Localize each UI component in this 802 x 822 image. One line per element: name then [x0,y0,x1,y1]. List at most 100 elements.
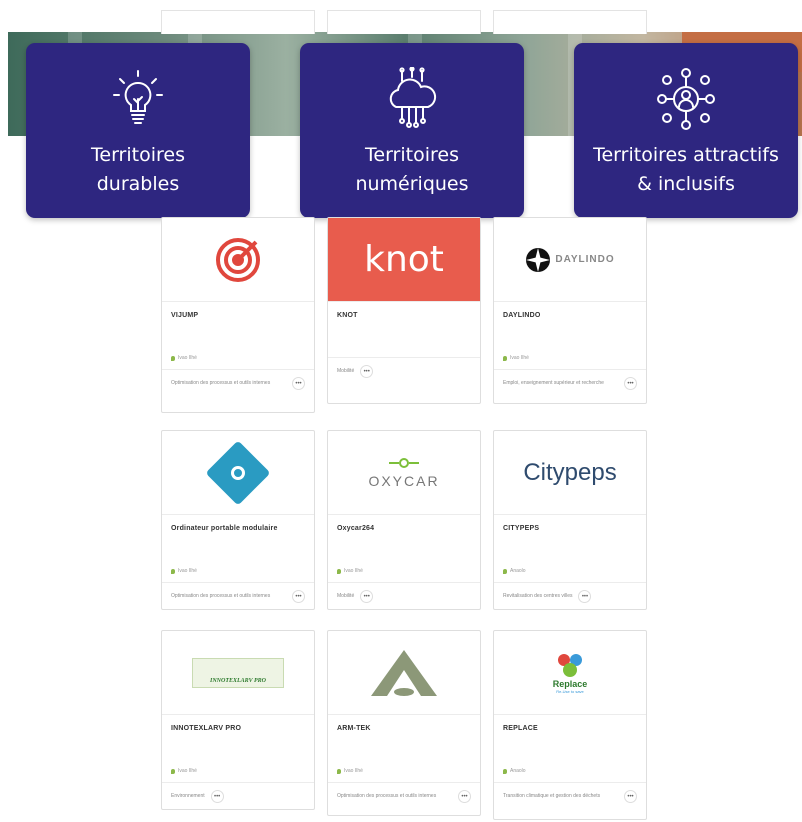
more-button[interactable]: ••• [210,790,224,803]
card-logo: DAYLINDO [494,218,646,302]
card-footer: Mobilité ••• [328,582,480,610]
daylindo-logo-icon [526,247,551,272]
card-location: Ivao Ilhé [503,355,637,361]
card-description [337,738,471,762]
card-tag: Optimisation des processus et outils int… [337,793,437,799]
card-footer: Emploi, enseignement supérieur et recher… [494,369,646,397]
card-footer: Transition climatique et gestion des déc… [494,782,646,810]
location-pin-icon [337,768,341,774]
more-button[interactable]: ••• [624,377,637,390]
oxycar-logo-icon [389,457,419,468]
target-logo-icon [216,237,260,282]
solution-card-ordinateur[interactable]: Ordinateur portable modulaire Ivao Ilhé … [161,430,315,610]
card-description [337,538,471,562]
card-name: Oxycar264 [337,525,375,532]
solution-card-vijump[interactable]: VIJUMP Ivao Ilhé Optimisation des proces… [161,217,315,413]
more-button[interactable]: ••• [458,790,471,803]
theme-title: Territoires durables [91,144,185,195]
card-location: Ivao Ilhé [171,355,305,361]
card-logo: Citypeps [494,431,646,515]
card-footer: Optimisation des processus et outils int… [162,369,314,397]
citypeps-logo: Citypeps [523,458,617,486]
card-location: Anaolo [503,568,637,574]
card-description [503,538,637,562]
card-logo [328,631,480,715]
card-name: REPLACE [503,725,538,732]
card-description [503,325,637,349]
card-description [337,325,471,349]
replace-logo-sub: Re-Use to save [556,689,584,694]
cloud-circuit-icon [389,67,437,128]
card-footer: Optimisation des processus et outils int… [162,582,314,610]
card-tag: Revitalisation des centres villes [503,593,573,599]
card-description [503,738,637,762]
solution-card-knot[interactable]: knot KNOT Mobilité ••• [327,217,481,404]
more-button[interactable]: ••• [360,590,374,603]
card-description [171,538,305,562]
solution-card-armtek[interactable]: ARM-TEK Ivao Ilhé Optimisation des proce… [327,630,481,816]
solution-card-replace[interactable]: Replace Re-Use to save REPLACE Anaolo Tr… [493,630,647,820]
card-tag: Transition climatique et gestion des déc… [503,793,601,799]
theme-card-durables[interactable]: Territoires durables [26,43,250,218]
card-location: Ivao Ilhé [337,568,471,574]
location-pin-icon [171,568,175,574]
card-name: VIJUMP [171,312,199,319]
solution-card-oxycar[interactable]: OXYCAR Oxycar264 Ivao Ilhé Mobilité ••• [327,430,481,610]
card-logo [162,431,314,515]
lightbulb-icon [113,70,163,124]
card-name: KNOT [337,312,358,319]
location-pin-icon [503,355,507,361]
card-location: Ivao Ilhé [337,768,471,774]
card-location: Ivao Ilhé [171,568,305,574]
daylindo-logo-text: DAYLINDO [555,254,615,265]
more-button[interactable]: ••• [624,790,637,803]
theme-title: Territoires attractifs & inclusifs [593,144,779,195]
card-location: Ivao Ilhé [171,768,305,774]
theme-card-numeriques[interactable]: Territoires numériques [300,43,524,218]
armtek-logo-icon [371,649,437,696]
card-description [171,325,305,349]
replace-logo-text: Replace [552,679,588,689]
card-footer: Revitalisation des centres villes ••• [494,582,646,610]
solution-card-innotexlarv[interactable]: INNOTEXLARV PRO INNOTEXLARV PRO Ivao Ilh… [161,630,315,810]
solution-card-daylindo[interactable]: DAYLINDO DAYLINDO Ivao Ilhé Emploi, ense… [493,217,647,404]
location-pin-icon [503,568,507,574]
card-tag: Optimisation des processus et outils int… [171,380,271,386]
location-pin-icon [503,768,507,774]
more-button[interactable]: ••• [578,590,592,603]
card-location: Anaolo [503,768,637,774]
people-network-icon [657,68,715,130]
card-name: INNOTEXLARV PRO [171,725,242,732]
card-logo [162,218,314,302]
card-logo: OXYCAR [328,431,480,515]
more-button[interactable]: ••• [292,590,305,603]
card-tag: Mobilité [337,368,355,374]
previous-row-card [161,10,315,34]
card-description [171,738,305,762]
location-pin-icon [171,355,175,361]
card-tag: Optimisation des processus et outils int… [171,593,271,599]
theme-card-attractifs[interactable]: Territoires attractifs & inclusifs [574,43,798,218]
more-button[interactable]: ••• [292,377,305,390]
card-name: ARM-TEK [337,725,371,732]
knot-logo: knot [364,239,444,280]
card-name: DAYLINDO [503,312,541,319]
card-logo: knot [328,218,480,302]
theme-title: Territoires numériques [355,144,469,195]
oxycar-logo-text: OXYCAR [368,472,440,489]
card-name: Ordinateur portable modulaire [171,525,278,532]
card-tag: Environnement [171,793,205,799]
previous-row-card [493,10,647,34]
solution-card-citypeps[interactable]: Citypeps CITYPEPS Anaolo Revitalisation … [493,430,647,610]
card-footer: Mobilité ••• [328,357,480,385]
card-footer: Environnement ••• [162,782,314,810]
card-footer: Optimisation des processus et outils int… [328,782,480,810]
ordinateur-logo-icon [205,439,271,506]
more-button[interactable]: ••• [360,365,374,378]
previous-row-card [327,10,481,34]
location-pin-icon [171,768,175,774]
card-tag: Mobilité [337,593,355,599]
replace-logo-icon [558,654,582,677]
location-pin-icon [337,568,341,574]
card-name: CITYPEPS [503,525,540,532]
